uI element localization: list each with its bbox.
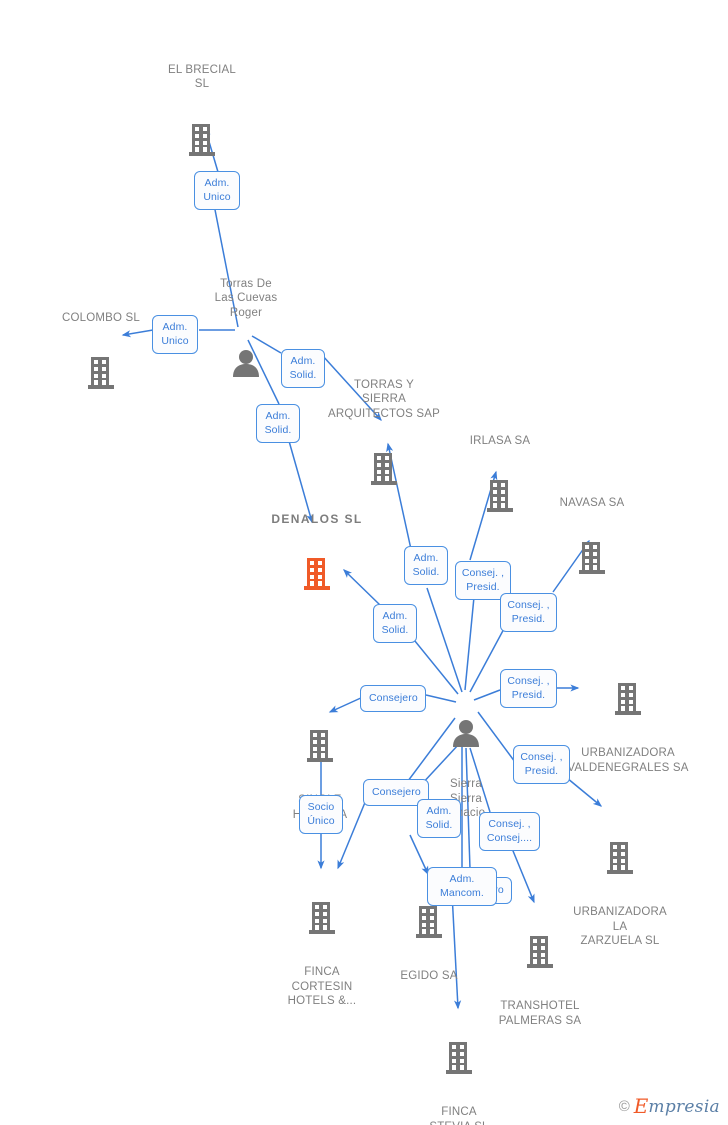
- relation-label-consej-presid-navasa[interactable]: Consej. , Presid.: [500, 593, 557, 632]
- relation-label-adm-solid-denalos-ignacio[interactable]: Adm. Solid.: [373, 604, 417, 643]
- node-label: FINCA STEVIA SL: [429, 1106, 488, 1125]
- node-finca-stevia[interactable]: FINCA STEVIA SL: [384, 1012, 534, 1125]
- building-icon: [127, 108, 277, 171]
- node-label: EL BRECIAL SL: [167, 63, 237, 91]
- node-label: IRLASA SA: [469, 434, 531, 447]
- building-icon: [245, 715, 395, 778]
- brand-initial: E: [633, 1094, 649, 1118]
- node-colombo[interactable]: COLOMBO SL: [26, 296, 176, 419]
- building-icon: [465, 921, 615, 984]
- node-denalos[interactable]: DENALOS SL: [242, 497, 392, 620]
- node-urbanizadora-valdenegrales[interactable]: URBANIZADORA VALDENEGRALES SA: [553, 653, 703, 790]
- node-label: NAVASA SA: [559, 496, 625, 509]
- brand-name: mpresia: [648, 1097, 720, 1117]
- relation-label-consejero-single-home[interactable]: Consejero: [360, 685, 426, 712]
- node-el-brecial[interactable]: EL BRECIAL SL: [127, 48, 277, 186]
- relation-label-adm-solid-egido[interactable]: Adm. Solid.: [417, 799, 461, 838]
- relationship-diagram-canvas: EL BRECIAL SL COLOMBO SL Torras De Las C…: [0, 0, 728, 1125]
- building-icon: [553, 668, 703, 731]
- building-icon: [545, 827, 695, 890]
- node-label: DENALOS SL: [271, 511, 363, 526]
- relation-label-adm-unico-el-brecial[interactable]: Adm. Unico: [194, 171, 240, 210]
- building-icon: [517, 527, 667, 590]
- relation-label-adm-solid-torras-sierra-ignacio[interactable]: Adm. Solid.: [404, 546, 448, 585]
- relation-label-consej-consej-transhotel[interactable]: Consej. , Consej....: [479, 812, 540, 851]
- relation-label-consej-presid-zarzuela[interactable]: Consej. , Presid.: [513, 745, 570, 784]
- node-label: Torras De Las Cuevas Roger: [214, 277, 278, 319]
- node-navasa[interactable]: NAVASA SA: [517, 481, 667, 604]
- node-label: URBANIZADORA VALDENEGRALES SA: [567, 747, 689, 774]
- relation-label-socio-unico-finca-cortesin[interactable]: Socio Único: [299, 795, 343, 834]
- relation-label-adm-mancom-finca-stevia[interactable]: Adm. Mancom.: [427, 867, 497, 906]
- relation-label-adm-solid-torras-sierra[interactable]: Adm. Solid.: [281, 349, 325, 388]
- empresia-watermark: © Empresia: [619, 1095, 720, 1117]
- relation-label-adm-solid-denalos-roger[interactable]: Adm. Solid.: [256, 404, 300, 443]
- relation-label-consej-presid-valdenegrales[interactable]: Consej. , Presid.: [500, 669, 557, 708]
- relation-label-adm-unico-colombo[interactable]: Adm. Unico: [152, 315, 198, 354]
- copyright-icon: ©: [618, 1097, 630, 1115]
- node-label: TORRAS Y SIERRA ARQUITECTOS SAP: [327, 378, 441, 420]
- building-icon: [384, 1027, 534, 1090]
- building-icon-highlighted: [242, 543, 392, 606]
